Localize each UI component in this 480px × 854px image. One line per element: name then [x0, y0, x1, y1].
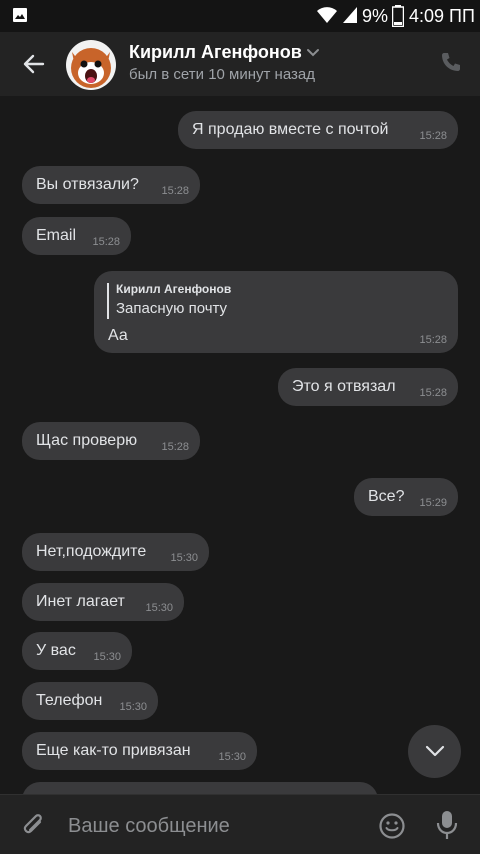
message-bubble[interactable]: Я продаю вместе с почтой 15:28 — [178, 111, 458, 149]
message-composer: Ваше сообщение — [0, 794, 480, 854]
attach-icon[interactable] — [20, 812, 48, 840]
message-bubble[interactable]: Еще как-то привязан 15:30 — [22, 732, 257, 770]
message-text: Еще как-то привязан — [36, 742, 191, 759]
reply-quote-bar — [107, 283, 109, 319]
message-time: 15:30 — [119, 701, 147, 713]
message-time: 15:28 — [419, 387, 447, 399]
message-bubble[interactable]: Вы отвязали? 15:28 — [22, 166, 200, 204]
image-icon — [13, 8, 27, 22]
phone-icon[interactable] — [439, 50, 463, 74]
message-text: Телефон — [36, 692, 103, 709]
microphone-icon[interactable] — [434, 809, 460, 841]
message-time: 15:28 — [161, 185, 189, 197]
message-text: Я продаю вместе с почтой — [192, 121, 389, 138]
last-seen-status: был в сети 10 минут назад — [129, 66, 315, 83]
message-bubble[interactable]: Это я отвязал 15:28 — [278, 368, 458, 406]
message-list[interactable]: Я продаю вместе с почтой 15:28 Вы отвяза… — [0, 96, 480, 794]
message-time: 15:30 — [145, 602, 173, 614]
message-bubble[interactable]: Инет лагает 15:30 — [22, 583, 184, 621]
scroll-down-button[interactable] — [408, 725, 461, 778]
message-text: Все? — [368, 488, 405, 505]
message-bubble-with-reply[interactable]: Кирилл Агенфонов Запасную почту Аа 15:28 — [94, 271, 458, 353]
message-bubble[interactable]: Телефон 15:30 — [22, 682, 158, 720]
chevron-down-icon[interactable] — [306, 48, 320, 58]
message-text: Это я отвязал — [292, 378, 396, 395]
message-time: 15:30 — [218, 751, 246, 763]
message-bubble[interactable]: У вас 15:30 — [22, 632, 132, 670]
contact-name[interactable]: Кирилл Агенфонов — [129, 42, 302, 63]
battery-icon — [392, 5, 404, 27]
message-bubble[interactable]: Все? 15:29 — [354, 478, 458, 516]
status-bar: 9% 4:09 ПП — [0, 0, 480, 32]
message-input[interactable]: Ваше сообщение — [68, 815, 230, 838]
chevron-down-icon — [425, 745, 445, 757]
message-time: 15:28 — [419, 130, 447, 142]
message-text: Инет лагает — [36, 593, 125, 610]
message-bubble[interactable]: Нет,подождите 15:30 — [22, 533, 209, 571]
chat-header: Кирилл Агенфонов был в сети 10 минут наз… — [0, 32, 480, 96]
message-time: 15:30 — [170, 552, 198, 564]
reply-text: Запасную почту — [116, 300, 228, 317]
message-text: Щас проверю — [36, 432, 138, 449]
battery-percent: 9% — [362, 6, 389, 26]
clock: 4:09 ПП — [409, 6, 475, 26]
message-time: 15:29 — [419, 497, 447, 509]
reply-author: Кирилл Агенфонов — [116, 282, 232, 296]
message-text: Вы отвязали? — [36, 176, 139, 193]
message-time: 15:28 — [419, 334, 447, 346]
message-time: 15:30 — [93, 651, 121, 663]
message-bubble[interactable]: Щас проверю 15:28 — [22, 422, 200, 460]
message-text: Нет,подождите — [36, 543, 147, 560]
emoji-icon[interactable] — [378, 812, 406, 840]
message-text: У вас — [36, 642, 76, 659]
message-bubble[interactable]: Email 15:28 — [22, 217, 131, 255]
message-bubble-partial[interactable] — [22, 782, 378, 794]
message-text: Аа — [108, 327, 128, 344]
avatar[interactable] — [66, 40, 116, 90]
message-text: Email — [36, 227, 77, 244]
message-time: 15:28 — [92, 236, 120, 248]
signal-icon — [343, 7, 357, 23]
message-time: 15:28 — [161, 441, 189, 453]
wifi-icon — [317, 7, 337, 23]
back-arrow-icon[interactable] — [22, 52, 46, 76]
